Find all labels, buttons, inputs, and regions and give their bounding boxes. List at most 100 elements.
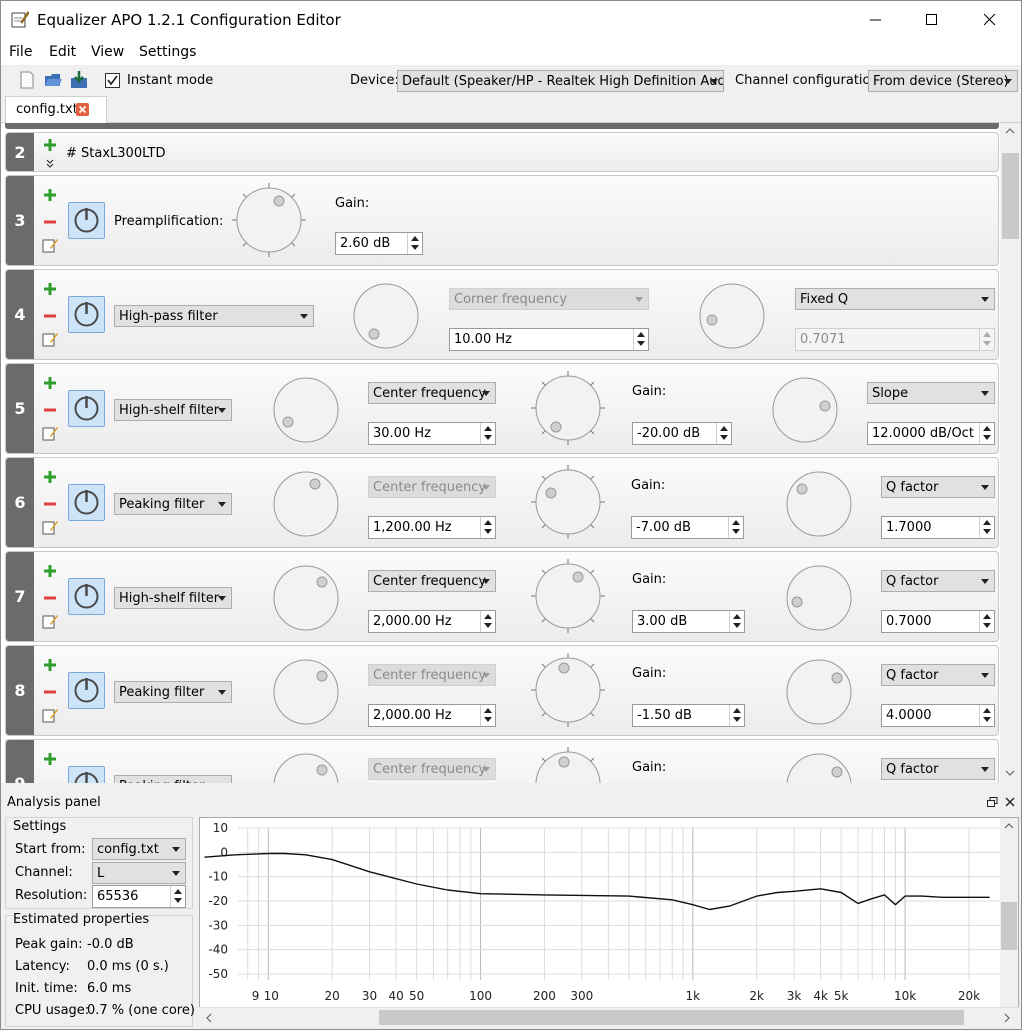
q-knob[interactable]	[698, 282, 766, 350]
filter-type-select[interactable]: High-pass filter	[114, 305, 314, 327]
spin-arrows-icon[interactable]	[728, 517, 743, 538]
close-panel-icon[interactable]	[1005, 797, 1015, 807]
tab-close-icon[interactable]	[76, 103, 89, 116]
scrollbar-thumb[interactable]	[1001, 902, 1017, 950]
scroll-up-icon[interactable]	[1005, 127, 1015, 135]
spin-arrows-icon[interactable]	[729, 611, 744, 632]
minimize-button[interactable]	[853, 1, 899, 39]
tab-config[interactable]: config.txt	[5, 96, 107, 123]
spin-arrows-icon[interactable]	[170, 886, 185, 907]
gain-knob[interactable]	[529, 651, 607, 729]
spin-arrows-icon[interactable]	[979, 611, 994, 632]
filter-type-select[interactable]: Peaking filter	[114, 775, 232, 783]
editor-scrollbar[interactable]	[1000, 123, 1021, 783]
resolution-input[interactable]: 65536	[92, 885, 186, 908]
q-knob[interactable]	[785, 470, 853, 538]
frequency-input[interactable]: 2,000.00 Hz	[368, 610, 496, 633]
add-icon[interactable]	[42, 751, 58, 767]
q-mode-select[interactable]: Slope	[867, 382, 995, 404]
remove-icon[interactable]	[42, 496, 58, 512]
spin-arrows-icon[interactable]	[480, 517, 495, 538]
spin-arrows-icon[interactable]	[979, 705, 994, 726]
spin-arrows-icon[interactable]	[979, 423, 994, 444]
power-toggle[interactable]	[68, 296, 105, 333]
gain-input[interactable]: 3.00 dB	[632, 610, 745, 633]
spin-arrows-icon[interactable]	[480, 423, 495, 444]
edit-icon[interactable]	[42, 425, 58, 441]
menu-settings[interactable]: Settings	[139, 44, 196, 60]
scroll-right-icon[interactable]	[1003, 1013, 1011, 1023]
slope-input[interactable]: 12.0000 dB/Oct	[867, 422, 995, 445]
remove-icon[interactable]	[42, 684, 58, 700]
menu-edit[interactable]: Edit	[49, 44, 76, 60]
q-mode-select[interactable]: Q factor	[881, 758, 995, 780]
scrollbar-thumb[interactable]	[379, 1010, 964, 1025]
menu-view[interactable]: View	[91, 44, 124, 60]
frequency-knob[interactable]	[272, 376, 340, 444]
power-toggle[interactable]	[68, 578, 105, 615]
power-toggle[interactable]	[68, 672, 105, 709]
gain-knob[interactable]	[529, 745, 607, 783]
scroll-left-icon[interactable]	[205, 1013, 213, 1023]
add-icon[interactable]	[42, 469, 58, 485]
gain-input[interactable]: -7.00 dB	[631, 516, 744, 539]
spin-arrows-icon[interactable]	[979, 517, 994, 538]
add-icon[interactable]	[42, 137, 58, 153]
add-icon[interactable]	[42, 375, 58, 391]
start-from-select[interactable]: config.txt	[92, 838, 186, 860]
remove-icon[interactable]	[42, 778, 58, 783]
add-icon[interactable]	[42, 187, 58, 203]
expand-icon[interactable]	[46, 159, 54, 169]
gain-knob[interactable]	[230, 181, 308, 259]
comment-text[interactable]: # StaxL300LTD	[66, 146, 166, 161]
frequency-input[interactable]: 2,000.00 Hz	[368, 704, 496, 727]
q-knob[interactable]	[785, 658, 853, 726]
gain-knob[interactable]	[529, 369, 607, 447]
gain-knob[interactable]	[529, 463, 607, 541]
add-icon[interactable]	[42, 657, 58, 673]
new-file-icon[interactable]	[17, 70, 37, 90]
frequency-input[interactable]: 30.00 Hz	[368, 422, 496, 445]
q-input[interactable]: 4.0000	[881, 704, 995, 727]
scroll-down-icon[interactable]	[1005, 769, 1015, 777]
float-panel-icon[interactable]	[987, 797, 998, 808]
power-toggle[interactable]	[68, 202, 105, 239]
device-select[interactable]: Default (Speaker/HP - Realtek High Defin…	[397, 70, 724, 92]
close-button[interactable]	[967, 1, 1013, 39]
instant-mode-checkbox[interactable]	[105, 73, 120, 88]
q-mode-select[interactable]: Q factor	[881, 664, 995, 686]
remove-icon[interactable]	[42, 402, 58, 418]
remove-icon[interactable]	[42, 214, 58, 230]
q-knob[interactable]	[785, 564, 853, 632]
menu-file[interactable]: File	[9, 44, 32, 60]
q-knob[interactable]	[785, 752, 853, 783]
frequency-response-graph[interactable]: 10 0 -10 -20 -30 -40 -50 9 10 20 30 40 50 100 200 300 1k…	[199, 817, 1019, 1027]
edit-icon[interactable]	[42, 519, 58, 535]
spin-arrows-icon[interactable]	[480, 705, 495, 726]
frequency-knob[interactable]	[352, 282, 420, 350]
edit-icon[interactable]	[42, 237, 58, 253]
frequency-knob[interactable]	[272, 752, 340, 783]
gain-input[interactable]: -20.00 dB	[632, 422, 732, 445]
spin-arrows-icon[interactable]	[633, 329, 648, 350]
q-mode-select[interactable]: Q factor	[881, 476, 995, 498]
edit-icon[interactable]	[42, 613, 58, 629]
add-icon[interactable]	[42, 563, 58, 579]
power-toggle[interactable]	[68, 390, 105, 427]
remove-icon[interactable]	[42, 590, 58, 606]
spin-arrows-icon[interactable]	[407, 233, 422, 254]
channel-select[interactable]: L	[92, 862, 186, 884]
gain-knob[interactable]	[529, 557, 607, 635]
q-input[interactable]: 1.7000	[881, 516, 995, 539]
save-icon[interactable]	[69, 70, 89, 90]
filter-type-select[interactable]: Peaking filter	[114, 681, 232, 703]
scrollbar-thumb[interactable]	[1002, 153, 1019, 239]
frequency-input[interactable]: 10.00 Hz	[449, 328, 649, 351]
frequency-knob[interactable]	[272, 470, 340, 538]
frequency-input[interactable]: 1,200.00 Hz	[368, 516, 496, 539]
power-toggle[interactable]	[68, 766, 105, 783]
edit-icon[interactable]	[42, 707, 58, 723]
channel-config-select[interactable]: From device (Stereo)	[868, 70, 1018, 92]
power-toggle[interactable]	[68, 484, 105, 521]
spin-arrows-icon[interactable]	[480, 611, 495, 632]
